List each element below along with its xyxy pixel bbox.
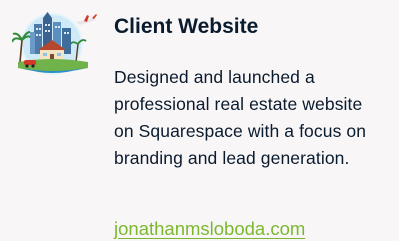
project-card: Client Website Designed and launched a p… xyxy=(0,0,399,241)
city-skyline-illustration-icon xyxy=(12,12,97,75)
website-link[interactable]: jonathanmsloboda.com xyxy=(114,218,305,240)
card-description: Designed and launched a professional rea… xyxy=(114,67,367,168)
card-title: Client Website xyxy=(114,15,259,38)
